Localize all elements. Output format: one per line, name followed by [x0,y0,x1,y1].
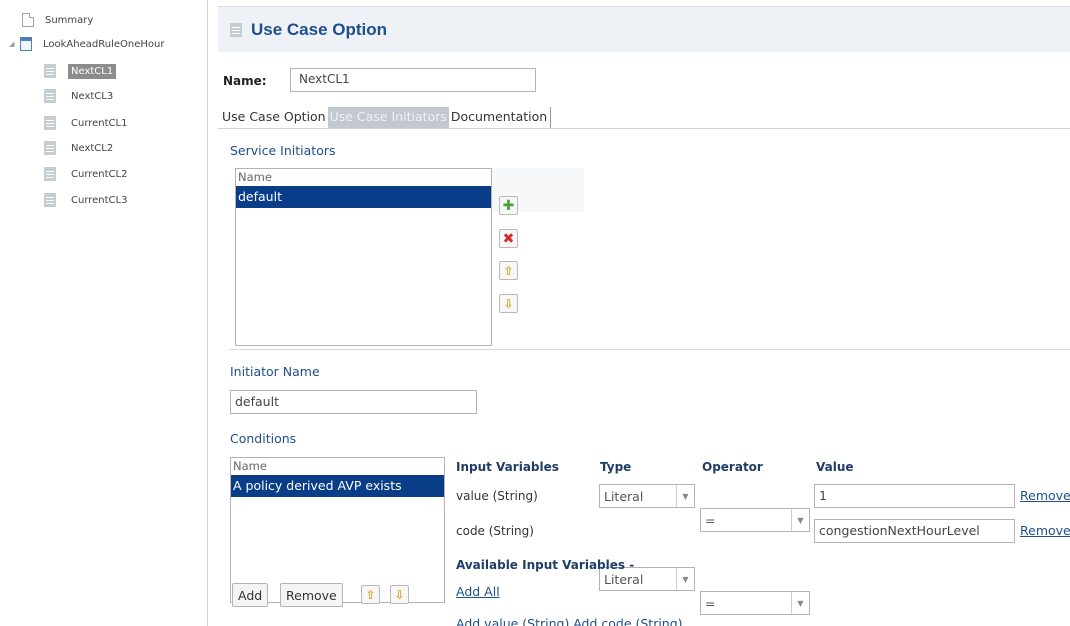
tree-item-label: CurrentCL1 [71,117,128,129]
tab-bar: Use Case Option Use Case Initiators Docu… [220,107,552,129]
tree-item-nextcl3[interactable]: NextCL3 [44,85,116,107]
arrow-up-icon: ⇧ [365,587,376,602]
collapse-triangle-icon[interactable]: ◢ [9,40,17,48]
outline-tree: Summary ◢ LookAheadRuleOneHour NextCL1 N… [0,0,208,626]
tree-item-label: NextCL2 [71,142,114,154]
select-value: Literal [604,488,644,504]
chevron-down-icon: ▼ [791,592,809,614]
name-label: Name: [223,74,267,88]
document-icon [22,13,34,27]
tree-item-rule[interactable]: ◢ LookAheadRuleOneHour [9,33,167,55]
conditions-title: Conditions [230,431,297,446]
add-all-link[interactable]: Add All [456,584,500,599]
col-operator: Operator [702,460,763,474]
tree-item-summary[interactable]: Summary [22,9,96,31]
value-input[interactable]: congestionNextHourLevel [814,519,1015,543]
tab-use-case-initiators[interactable]: Use Case Initiators [327,107,449,129]
conditions-list[interactable]: Name A policy derived AVP exists [230,457,445,603]
col-type: Type [600,460,632,474]
tree-item-nextcl2[interactable]: NextCL2 [44,137,116,159]
tab-documentation[interactable]: Documentation [449,107,552,129]
move-up-button[interactable]: ⇧ [499,261,518,280]
rule-icon [20,37,32,51]
add-code-link[interactable]: Add code (String) [573,616,682,626]
value-input[interactable]: 1 [814,484,1015,508]
list-column-header: Name [238,170,272,184]
tree-item-label: NextCL1 [68,63,117,79]
remove-variable-link-wrap: Remove [1020,523,1070,538]
use-case-icon [44,141,56,155]
tree-item-currentcl3[interactable]: CurrentCL3 [44,189,130,211]
page-title: Use Case Option [251,19,388,39]
tree-item-label: CurrentCL3 [71,194,128,206]
use-case-icon [44,193,56,207]
use-case-icon [44,167,56,181]
list-item[interactable]: A policy derived AVP exists [231,475,444,497]
arrow-down-icon: ⇩ [503,296,514,311]
tree-item-label: Summary [45,14,94,26]
tree-item-currentcl1[interactable]: CurrentCL1 [44,112,130,134]
tree-item-label: NextCL3 [71,90,114,102]
available-variables-title: Available Input Variables - [456,558,635,572]
condition-move-down-button[interactable]: ⇩ [390,585,409,604]
delete-x-icon: ✖ [502,230,515,247]
arrow-up-icon: ⇧ [503,263,514,278]
initiator-name-title: Initiator Name [230,364,320,379]
editor-panel: Use Case Option Name: NextCL1 Use Case O… [218,6,1070,626]
plus-icon: ✚ [502,197,515,214]
add-condition-button[interactable]: Add [232,583,269,607]
list-item[interactable]: default [236,186,491,208]
type-select[interactable]: Literal ▼ [599,484,695,508]
remove-variable-link[interactable]: Remove [1020,523,1070,538]
chevron-down-icon: ▼ [791,509,809,531]
select-value: Literal [604,571,644,587]
use-case-icon [44,116,56,130]
condition-move-up-button[interactable]: ⇧ [361,585,380,604]
tree-item-currentcl2[interactable]: CurrentCL2 [44,163,130,185]
initiator-name-input[interactable]: default [230,390,477,414]
chevron-down-icon: ▼ [676,568,694,590]
add-initiator-button[interactable]: ✚ [499,196,518,215]
name-input[interactable]: NextCL1 [290,68,536,92]
page-header: Use Case Option [218,6,1070,52]
select-value: = [705,595,716,611]
tree-item-label: CurrentCL2 [71,168,128,180]
delete-initiator-button[interactable]: ✖ [499,229,518,248]
operator-select[interactable]: = ▼ [700,508,810,532]
chevron-down-icon: ▼ [676,485,694,507]
use-case-icon [44,89,56,103]
use-case-icon [230,22,242,37]
variable-name: value (String) [456,489,538,503]
tree-item-label: LookAheadRuleOneHour [43,38,165,50]
add-value-link[interactable]: Add value (String) [456,616,569,626]
service-initiators-title: Service Initiators [230,143,336,158]
tree-item-nextcl1[interactable]: NextCL1 [44,60,117,82]
service-initiators-list[interactable]: Name default [235,168,492,346]
operator-select[interactable]: = ▼ [700,591,810,615]
variable-name: code (String) [456,524,534,538]
tab-divider [218,128,1070,129]
remove-condition-button[interactable]: Remove [280,583,343,607]
arrow-down-icon: ⇩ [394,587,405,602]
list-column-header: Name [233,459,267,473]
remove-variable-link-wrap: Remove [1020,488,1070,503]
move-down-button[interactable]: ⇩ [499,294,518,313]
add-variable-links: Add value (String) Add code (String) [456,616,683,626]
tab-use-case-option[interactable]: Use Case Option [220,107,328,129]
col-value: Value [816,460,854,474]
remove-variable-link[interactable]: Remove [1020,488,1070,503]
col-input-variables: Input Variables [456,460,559,474]
select-value: = [705,512,716,528]
section-divider [230,349,1070,350]
use-case-icon [44,64,56,78]
